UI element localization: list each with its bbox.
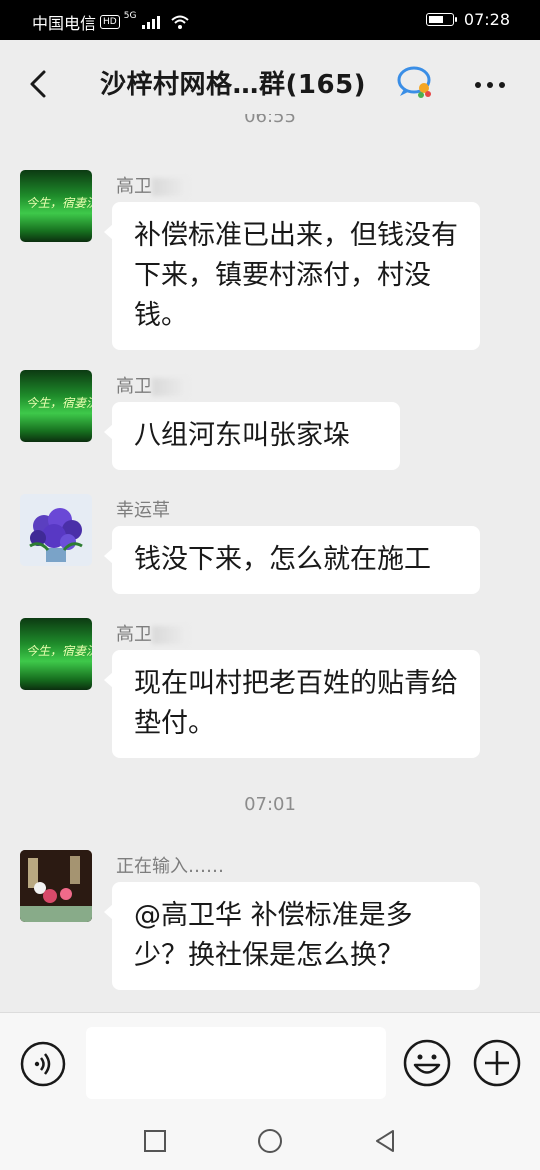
input-bar (0, 1012, 540, 1111)
message-row: 今生，宿妻沉浮 高卫 补偿标准已出来，但钱没有下来，镇要村添付，村没钱。 (20, 170, 520, 350)
emoji-icon[interactable] (402, 1038, 452, 1088)
message-bubble[interactable]: 补偿标准已出来，但钱没有下来，镇要村添付，村没钱。 (104, 202, 480, 350)
message-row: 今生，宿妻沉浮 高卫 现在叫村把老百姓的贴青给垫付。 (20, 618, 520, 768)
sender-name: 高卫 (116, 372, 188, 398)
status-right: 07:28 (425, 10, 510, 29)
plus-icon[interactable] (472, 1038, 522, 1088)
chevron-left-icon[interactable] (22, 64, 62, 104)
avatar[interactable]: 今生，宿妻沉浮 (20, 370, 92, 442)
avatar[interactable] (20, 494, 92, 566)
more-dots-icon[interactable] (470, 70, 510, 100)
recent-apps-icon[interactable] (140, 1126, 170, 1156)
avatar[interactable] (20, 850, 92, 922)
message-bubble[interactable]: @高卫华 补偿标准是多少？换社保是怎么换？ (104, 882, 480, 990)
sender-name: 幸运草 (116, 500, 170, 521)
message-input[interactable] (86, 1027, 386, 1099)
signal-icon (142, 15, 161, 29)
hd-badge: HD (100, 15, 120, 29)
back-triangle-icon[interactable] (370, 1126, 400, 1156)
battery-icon (425, 13, 457, 26)
sender-name: 正在输入…… (116, 856, 224, 877)
group-title: 沙梓村网格…群(165) (100, 70, 367, 100)
flower-image (20, 494, 92, 566)
message-bubble[interactable]: 钱没下来，怎么就在施工 (104, 526, 480, 594)
system-nav-bar (0, 1110, 540, 1170)
message-bubble[interactable]: 八组河东叫张家垛 (104, 402, 400, 470)
status-bar: 中国电信 HD 5G 07:28 (0, 0, 540, 40)
chat-bubble-icon[interactable] (394, 64, 434, 100)
photo-image (20, 850, 92, 922)
timestamp-partial: 06:55 (244, 114, 296, 127)
status-left: 中国电信 HD 5G (32, 10, 190, 34)
wifi-icon (171, 15, 190, 29)
message-row: 今生，宿妻沉浮 高卫 八组河东叫张家垛 (20, 370, 520, 480)
carrier-name: 中国电信 (32, 14, 97, 33)
sender-name: 高卫 (116, 172, 188, 198)
message-row: 幸运草 钱没下来，怎么就在施工 (20, 494, 520, 604)
message-row: 正在输入…… @高卫华 补偿标准是多少？换社保是怎么换？ (20, 850, 520, 1000)
home-icon[interactable] (255, 1126, 285, 1156)
avatar[interactable]: 今生，宿妻沉浮 (20, 618, 92, 690)
message-bubble[interactable]: 现在叫村把老百姓的贴青给垫付。 (104, 650, 480, 758)
network-type: 5G (123, 11, 137, 21)
timestamp: 07:01 (244, 794, 296, 815)
clock: 07:28 (463, 10, 510, 29)
voice-icon[interactable] (20, 1041, 66, 1087)
avatar[interactable]: 今生，宿妻沉浮 (20, 170, 92, 242)
sender-name: 高卫 (116, 620, 188, 646)
